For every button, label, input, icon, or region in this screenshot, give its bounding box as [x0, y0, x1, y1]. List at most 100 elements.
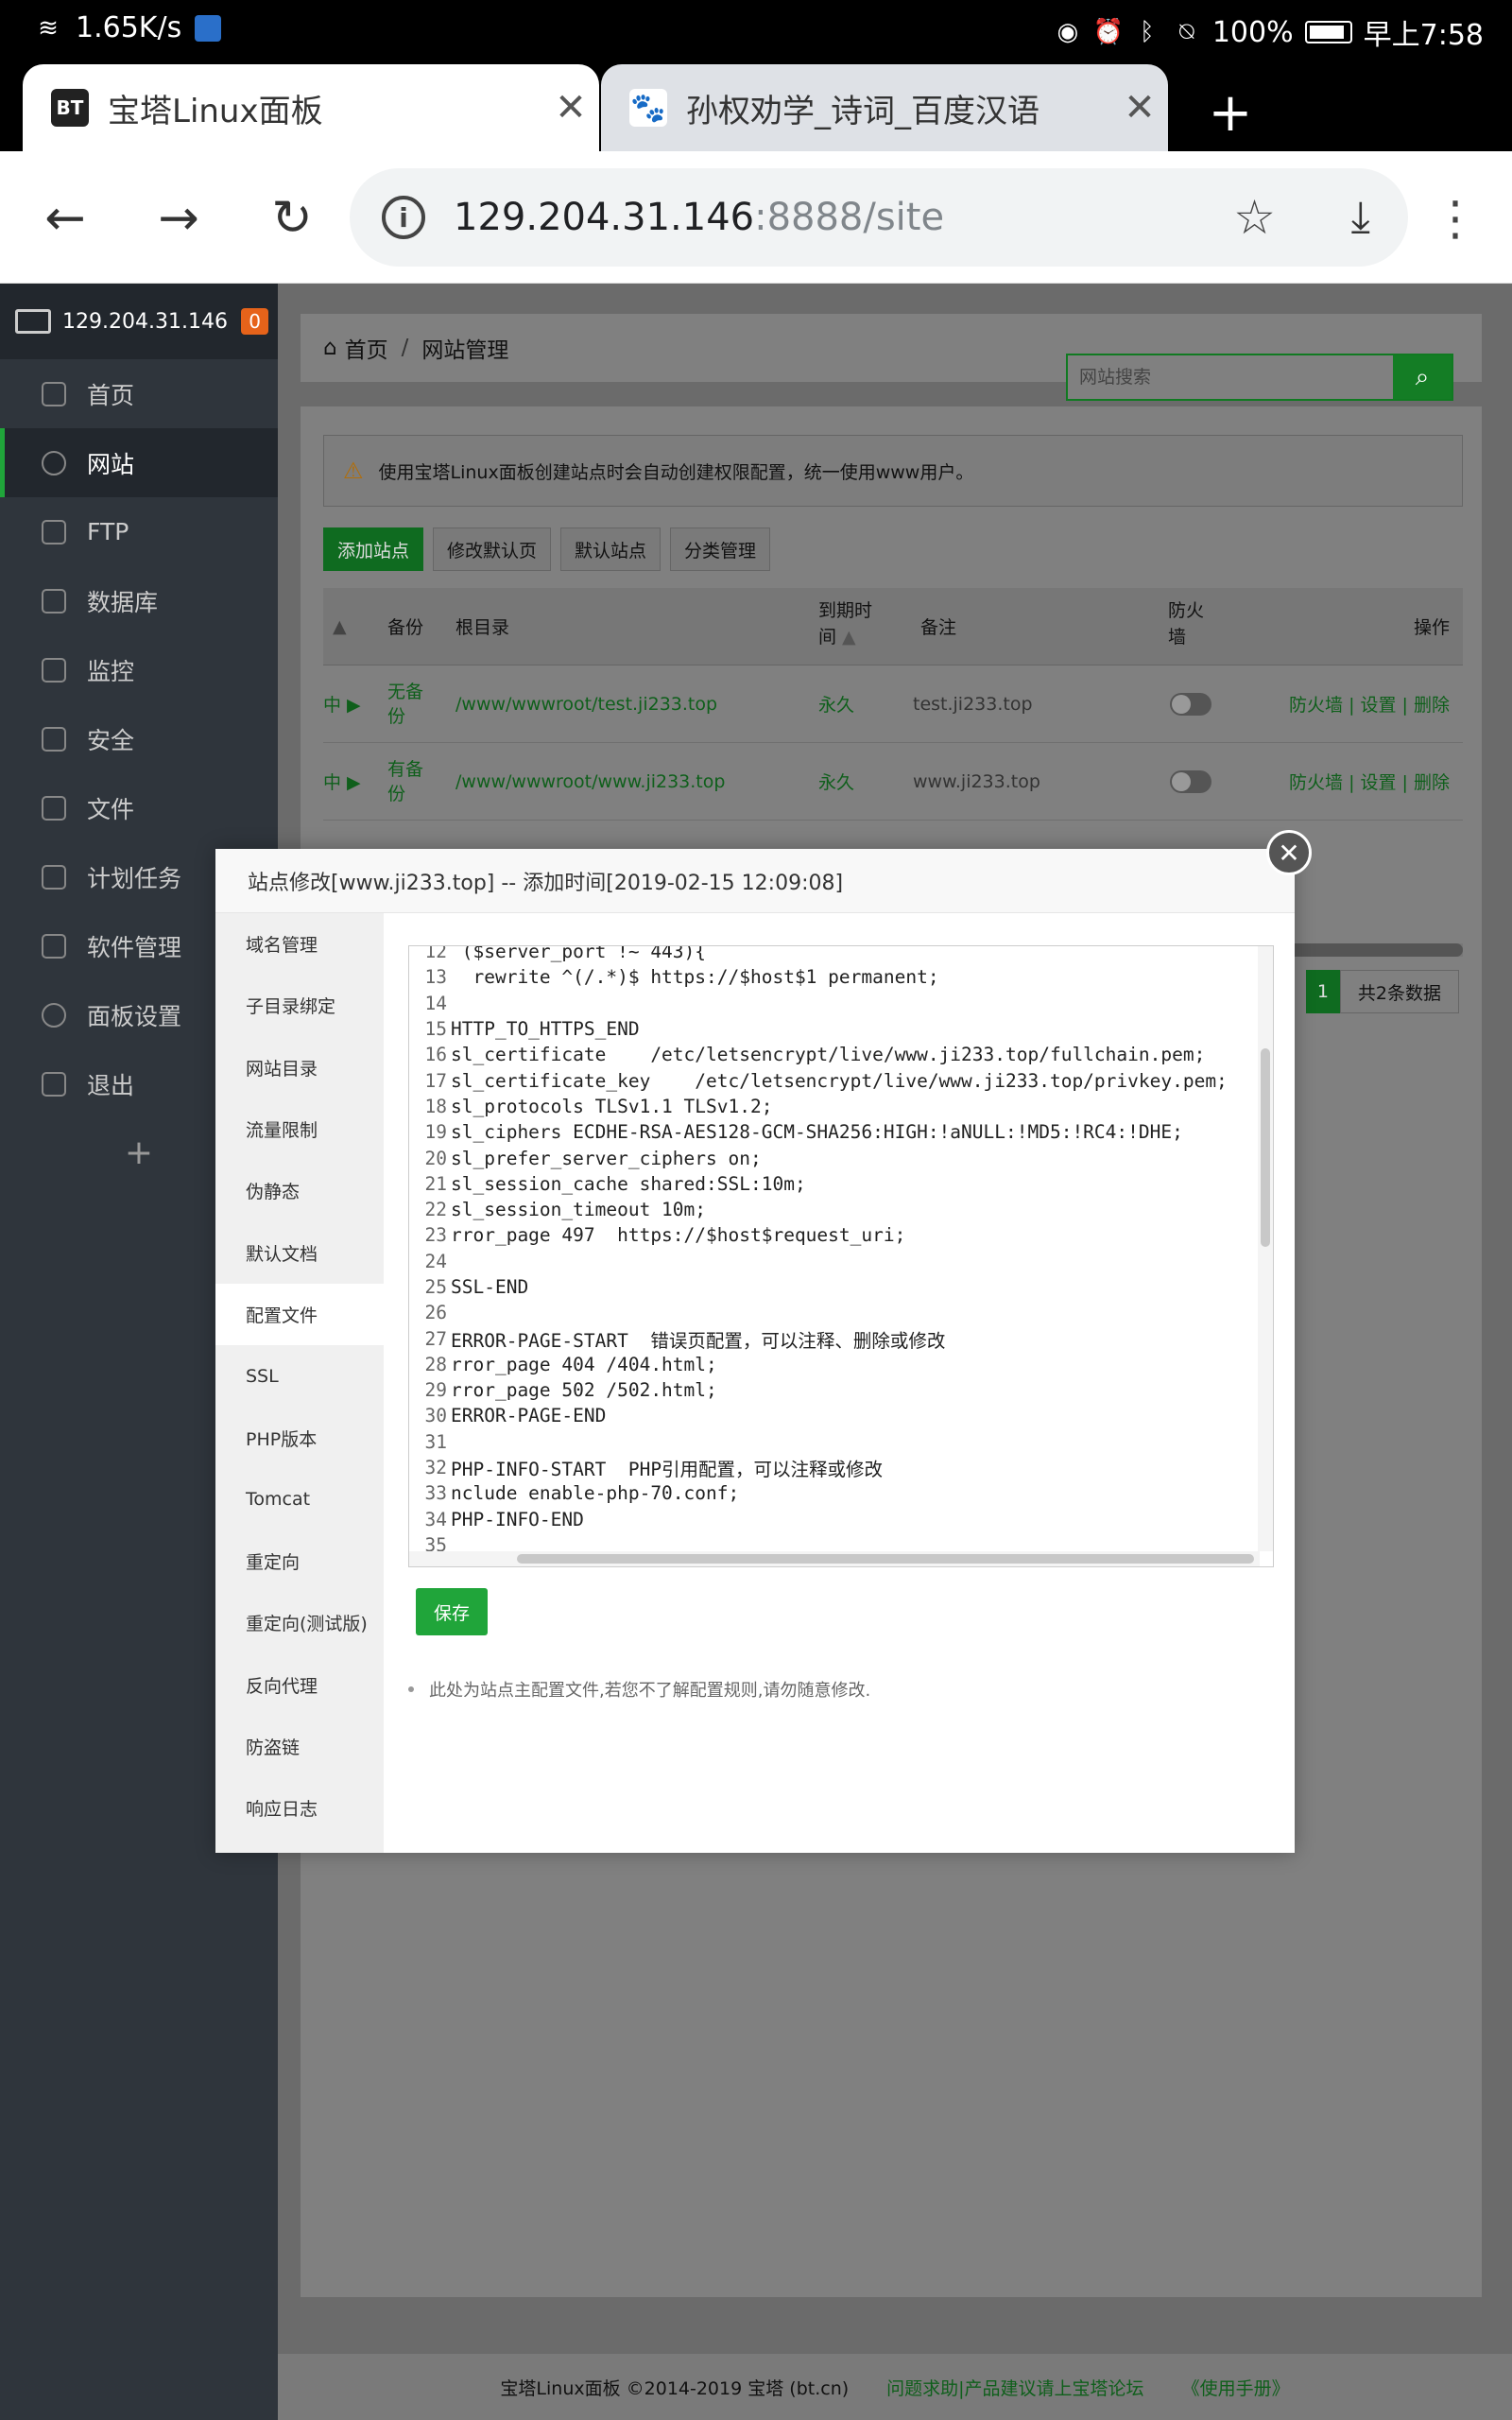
- backup-status[interactable]: 无备份: [387, 680, 423, 729]
- row-actions[interactable]: 防火墙 | 设置 | 删除: [1289, 769, 1450, 794]
- backup-status[interactable]: 有备份: [387, 757, 423, 806]
- root-dir-link[interactable]: /www/wwwroot/test.ji233.top: [455, 694, 717, 715]
- search-input[interactable]: 网站搜索: [1068, 355, 1393, 399]
- line-number: 18: [424, 1095, 447, 1117]
- editor-vertical-scrollbar[interactable]: [1258, 946, 1273, 1551]
- sort-arrow-icon[interactable]: ▲: [333, 616, 347, 637]
- line-number: 26: [424, 1302, 447, 1324]
- remark-value[interactable]: test.ji233.top: [913, 694, 1033, 715]
- bookmark-star-icon[interactable]: ☆: [1233, 190, 1276, 245]
- category-manage-button[interactable]: 分类管理: [670, 527, 771, 571]
- modal-nav-item[interactable]: 流量限制: [215, 1098, 384, 1160]
- alarm-icon: ⏰: [1092, 18, 1125, 46]
- new-tab-button[interactable]: +: [1193, 76, 1268, 151]
- line-number: 25: [424, 1276, 447, 1298]
- firewall-toggle[interactable]: [1170, 692, 1211, 716]
- globe-icon: [42, 450, 66, 475]
- modal-nav-item[interactable]: 重定向(测试版): [215, 1592, 384, 1653]
- download-icon[interactable]: ⤓: [1351, 191, 1370, 244]
- run-status[interactable]: 中 ▶: [323, 769, 361, 794]
- tab-baidu[interactable]: 🐾 孙权劝学_诗词_百度汉语 ✕: [601, 64, 1168, 151]
- modal-nav-item[interactable]: 重定向: [215, 1530, 384, 1592]
- info-icon[interactable]: i: [382, 196, 425, 239]
- editor-line: 24: [409, 1249, 1273, 1274]
- sidebar-item-files[interactable]: 文件: [0, 773, 278, 842]
- sidebar-item-ftp[interactable]: FTP: [0, 497, 278, 566]
- forward-icon[interactable]: →: [146, 185, 212, 251]
- line-number: 34: [424, 1508, 447, 1530]
- modal-nav-item[interactable]: 网站目录: [215, 1037, 384, 1098]
- line-number: 31: [424, 1430, 447, 1453]
- breadcrumb-home[interactable]: 首页: [345, 332, 388, 364]
- editor-horizontal-scrollbar[interactable]: [409, 1551, 1260, 1566]
- search-icon: ⌕: [1415, 362, 1430, 391]
- add-site-button[interactable]: 添加站点: [323, 527, 424, 571]
- more-menu-icon[interactable]: ⋮: [1427, 185, 1484, 251]
- tip-text: 此处为站点主配置文件,若您不了解配置规则,请勿随意修改.: [429, 1681, 871, 1701]
- sidebar-item-label: 退出: [87, 1071, 135, 1099]
- modal-nav-item[interactable]: SSL: [215, 1345, 384, 1407]
- modal-nav-item[interactable]: 子目录绑定: [215, 975, 384, 1036]
- line-number: 23: [424, 1224, 447, 1247]
- monitor-icon: [15, 309, 51, 334]
- sidebar-item-security[interactable]: 安全: [0, 704, 278, 773]
- line-number: 28: [424, 1353, 447, 1375]
- sidebar-item-label: 首页: [87, 381, 135, 409]
- firewall-toggle[interactable]: [1170, 769, 1211, 793]
- row-actions[interactable]: 防火墙 | 设置 | 删除: [1289, 691, 1450, 717]
- modal-nav-item[interactable]: 反向代理: [215, 1654, 384, 1716]
- editor-line: 23 rror_page 497 https://$host$request_ur…: [409, 1222, 1273, 1248]
- root-dir-link[interactable]: /www/wwwroot/www.ji233.top: [455, 771, 725, 792]
- line-text: sl_certificate_key /etc/letsencrypt/live…: [451, 1069, 1228, 1092]
- editor-line: 22 sl_session_timeout 10m;: [409, 1197, 1273, 1222]
- remark-value[interactable]: www.ji233.top: [913, 771, 1040, 792]
- default-site-button[interactable]: 默认站点: [560, 527, 662, 571]
- sidebar-item-database[interactable]: 数据库: [0, 566, 278, 635]
- sidebar-item-home[interactable]: 首页: [0, 359, 278, 428]
- close-icon[interactable]: ✕: [1266, 830, 1312, 875]
- sidebar-item-label: 安全: [87, 726, 135, 754]
- modal-nav-item-config[interactable]: 配置文件: [215, 1283, 384, 1346]
- modal-nav-item[interactable]: 响应日志: [215, 1777, 384, 1839]
- modal-nav-item[interactable]: PHP版本: [215, 1407, 384, 1468]
- forum-link[interactable]: 问题求助|产品建议请上宝塔论坛: [886, 2375, 1143, 2400]
- line-number: 29: [424, 1379, 447, 1402]
- edit-default-page-button[interactable]: 修改默认页: [433, 527, 552, 571]
- close-tab-icon[interactable]: ✕: [1111, 86, 1168, 130]
- modal-nav-item[interactable]: 防盗链: [215, 1716, 384, 1777]
- home-icon: ⌂: [323, 336, 337, 360]
- header-remark: 备注: [920, 617, 957, 638]
- header-expire[interactable]: 到期时间 ▲: [818, 597, 872, 650]
- site-edit-modal: 站点修改[www.ji233.top] -- 添加时间[2019-02-15 1…: [215, 830, 1312, 1853]
- save-button[interactable]: 保存: [416, 1588, 488, 1635]
- search-button[interactable]: ⌕: [1393, 355, 1452, 399]
- page-button[interactable]: 1: [1305, 970, 1340, 1013]
- config-editor[interactable]: 12 ($server_port !~ 443){13 rewrite ^(/.…: [408, 945, 1274, 1567]
- status-bar: ≋ 1.65K/s ◉ ⏰ ᛒ ⍉ 100% 早上7:58: [0, 0, 1512, 59]
- run-status[interactable]: 中 ▶: [323, 691, 361, 717]
- tab-bt-panel[interactable]: BT 宝塔Linux面板 ✕: [23, 64, 599, 151]
- server-ip: 129.204.31.146: [62, 309, 228, 334]
- notification-badge[interactable]: 0: [241, 308, 268, 335]
- modal-nav-item[interactable]: Tomcat: [215, 1469, 384, 1530]
- editor-line: 13 rewrite ^(/.*)$ https://$host$1 perma…: [409, 964, 1273, 990]
- modal-nav-item[interactable]: 伪静态: [215, 1160, 384, 1221]
- browser-toolbar: ← → ↻ i 129.204.31.146:8888/site ☆ ⤓ ⋮: [0, 151, 1512, 284]
- address-bar[interactable]: i 129.204.31.146:8888/site ☆ ⤓: [350, 168, 1408, 267]
- reload-icon[interactable]: ↻: [259, 185, 325, 251]
- bullet: [408, 1686, 414, 1692]
- modal-nav-item[interactable]: 默认文档: [215, 1221, 384, 1283]
- server-header: 129.204.31.146 0: [0, 284, 278, 359]
- expire-value[interactable]: 永久: [818, 769, 854, 794]
- sidebar-item-monitor[interactable]: 监控: [0, 635, 278, 704]
- bluetooth-icon: ᛒ: [1140, 18, 1155, 46]
- modal-nav-item[interactable]: 域名管理: [215, 913, 384, 975]
- close-tab-icon[interactable]: ✕: [542, 86, 599, 130]
- line-text: PHP-INFO-START PHP引用配置，可以注释或修改: [451, 1459, 884, 1481]
- back-icon[interactable]: ←: [32, 185, 98, 251]
- modal-nav: 域名管理 子目录绑定 网站目录 流量限制 伪静态 默认文档 配置文件 SSL P…: [215, 913, 384, 1853]
- url-path: :8888/site: [754, 196, 945, 239]
- sidebar-item-website[interactable]: 网站: [0, 428, 278, 497]
- manual-link[interactable]: 《使用手册》: [1182, 2375, 1290, 2400]
- expire-value[interactable]: 永久: [818, 691, 854, 717]
